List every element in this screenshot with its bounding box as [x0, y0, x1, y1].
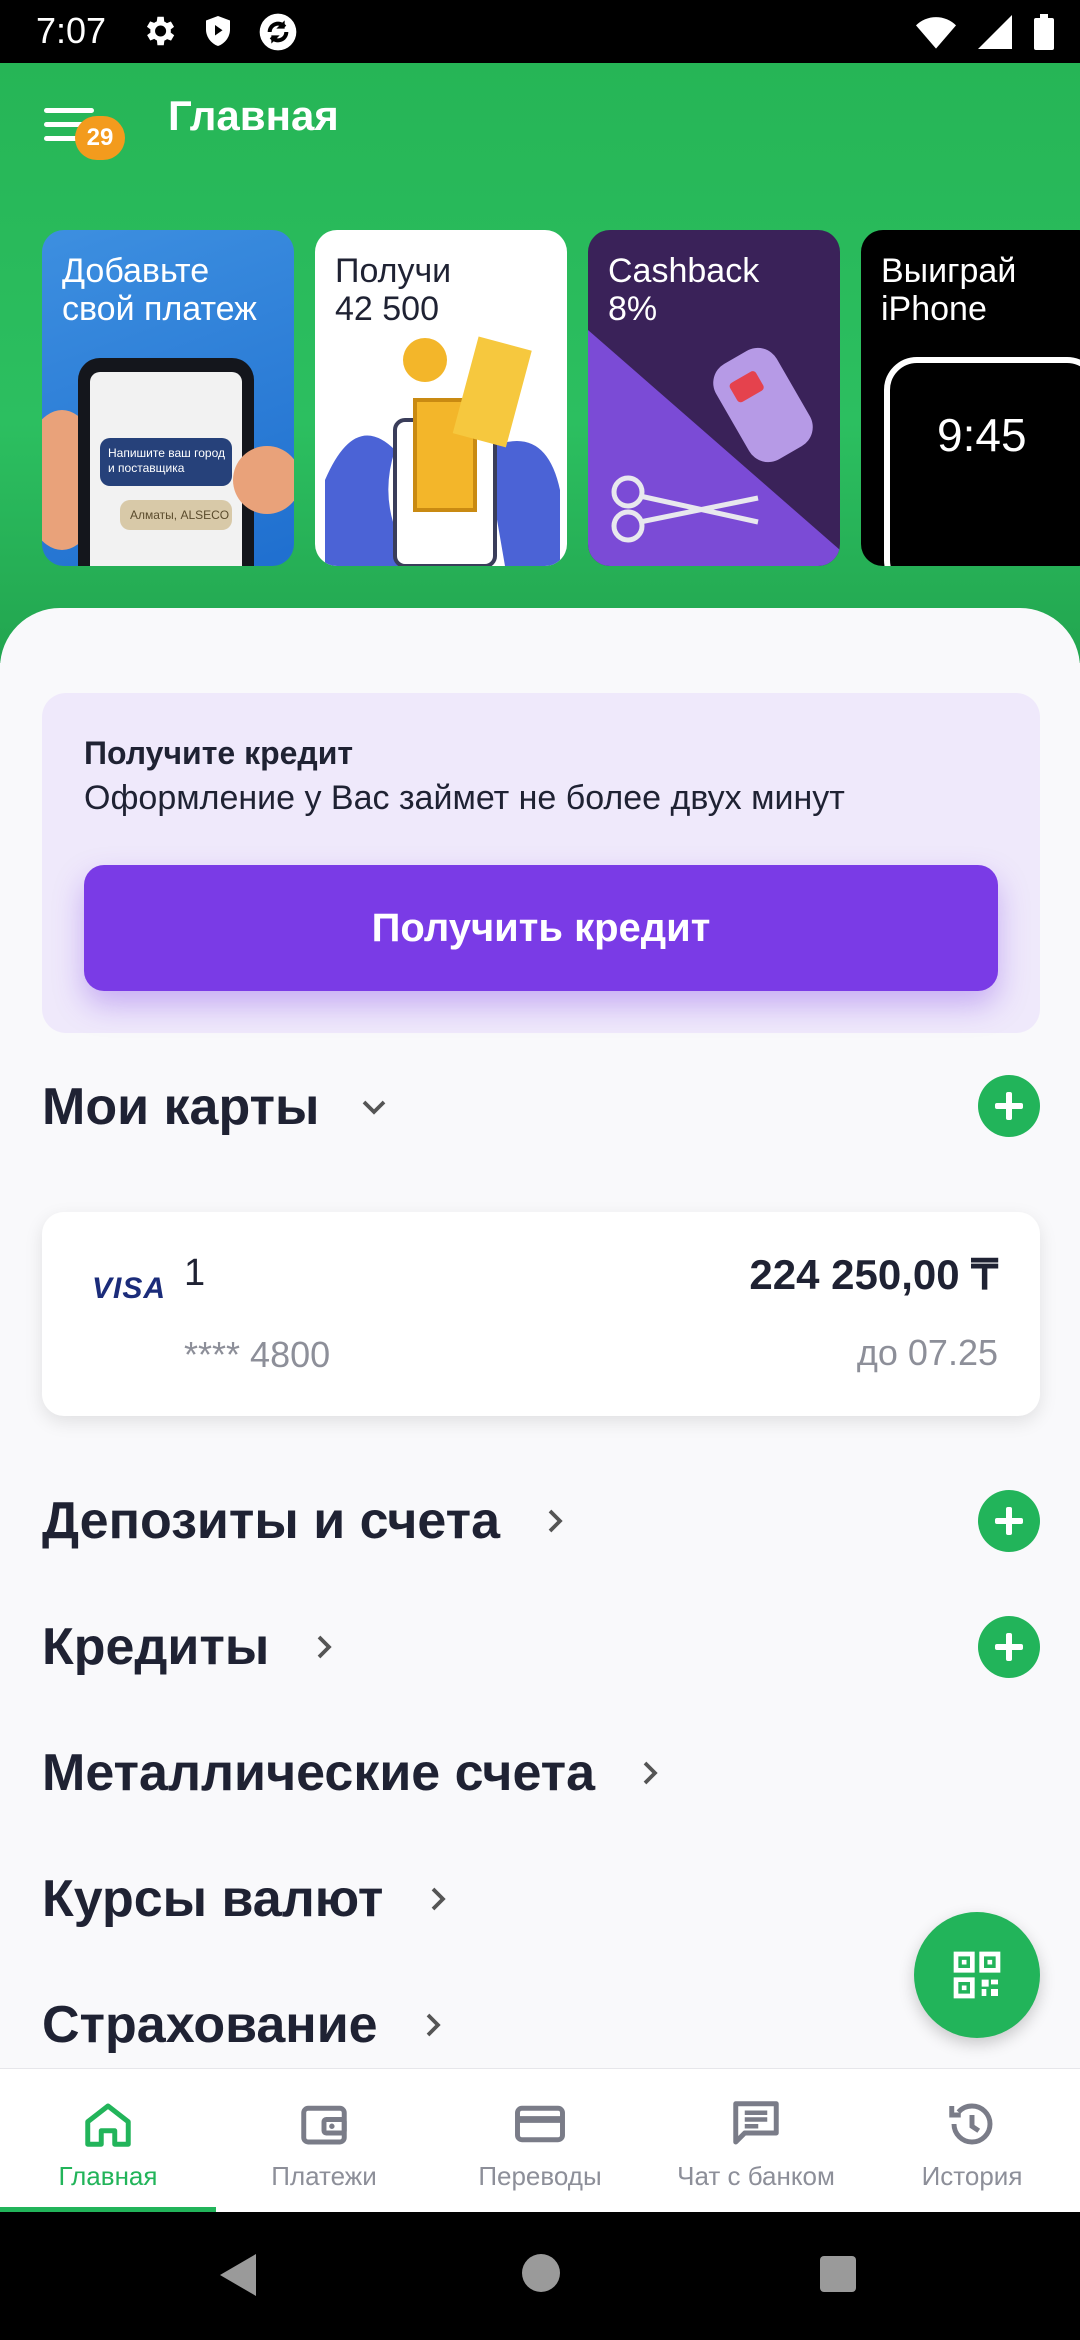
card-expiry: до 07.25: [856, 1332, 998, 1373]
promo-card-cashback[interactable]: Cashback 8%: [588, 230, 840, 566]
card-icon: [515, 2105, 565, 2143]
card-masked-number: **** 4800: [184, 1334, 331, 1375]
recents-icon[interactable]: [820, 2256, 856, 2292]
chat-icon: [733, 2101, 779, 2145]
add-deposit-button[interactable]: [978, 1490, 1040, 1552]
money-illustration: [325, 336, 560, 566]
section-deposits[interactable]: Депозиты и счета: [42, 1486, 570, 1556]
credit-offer-subtitle: Оформление у Вас займет не более двух ми…: [84, 779, 845, 817]
notification-badge: 29: [75, 116, 125, 160]
chevron-right-icon: [426, 2013, 441, 2037]
home-icon: [85, 2103, 131, 2147]
nav-payments[interactable]: Платежи: [216, 2069, 432, 2212]
chevron-right-icon: [548, 1509, 563, 1533]
back-icon[interactable]: [216, 2252, 260, 2298]
chevron-right-icon: [643, 1761, 658, 1785]
promo-card-win-iphone[interactable]: Выиграй iPhone 9:45: [861, 230, 1080, 566]
wifi-icon: [916, 17, 956, 49]
section-metal-accounts[interactable]: Металлические счета: [42, 1738, 665, 1808]
signal-icon: [978, 15, 1012, 49]
credit-offer-card: Получите кредит Оформление у Вас займет …: [42, 693, 1040, 1033]
add-credit-button[interactable]: [978, 1616, 1040, 1678]
my-cards-title: Мои карты: [42, 1078, 320, 1136]
wallet-icon: [301, 2105, 347, 2145]
my-cards-header[interactable]: Мои карты: [42, 1072, 389, 1142]
history-icon: [949, 2103, 993, 2145]
status-bar: 7:07: [0, 0, 1080, 63]
credit-offer-title: Получите кредит: [84, 735, 354, 771]
bottom-navigation: Главная Платежи Переводы Чат с банком Ис…: [0, 2068, 1080, 2212]
section-exchange-rates[interactable]: Курсы валют: [42, 1864, 453, 1934]
visa-logo-icon: VISA: [92, 1272, 167, 1305]
add-card-button[interactable]: [978, 1075, 1040, 1137]
sync-icon: [259, 13, 297, 51]
system-navigation-bar: [0, 2212, 1080, 2340]
promo-card-add-payment[interactable]: Добавьте свой платеж Напишите ваш город …: [42, 230, 294, 566]
card-balance: 224 250,00 ₸: [749, 1251, 998, 1298]
iphone-illustration: [884, 357, 1080, 566]
nav-transfers[interactable]: Переводы: [432, 2069, 648, 2212]
iphone-screen-time: 9:45: [937, 409, 1027, 461]
chevron-right-icon: [317, 1635, 332, 1659]
status-time: 7:07: [36, 10, 107, 51]
bank-card-item[interactable]: VISA 1 **** 4800 224 250,00 ₸ до 07.25: [42, 1212, 1040, 1416]
qr-scan-button[interactable]: [914, 1912, 1040, 2038]
chevron-down-icon: [363, 1100, 386, 1115]
section-insurance[interactable]: Страхование: [42, 1990, 448, 2060]
nav-bank-chat[interactable]: Чат с банком: [648, 2069, 864, 2212]
card-name: 1: [184, 1252, 206, 1294]
section-credits[interactable]: Кредиты: [42, 1612, 339, 1682]
gear-icon: [146, 16, 175, 46]
home-system-icon[interactable]: [522, 2254, 560, 2292]
get-credit-button[interactable]: Получить кредит: [84, 865, 998, 991]
page-title: Главная: [168, 92, 339, 139]
shield-play-icon: [206, 16, 230, 46]
promo-card-get-bonus[interactable]: Получи 42 500: [315, 230, 567, 566]
battery-icon: [1034, 14, 1054, 50]
qr-code-icon: [953, 1951, 1001, 1999]
chevron-right-icon: [432, 1887, 446, 1911]
nav-home[interactable]: Главная: [0, 2069, 216, 2212]
nav-history[interactable]: История: [864, 2069, 1080, 2212]
